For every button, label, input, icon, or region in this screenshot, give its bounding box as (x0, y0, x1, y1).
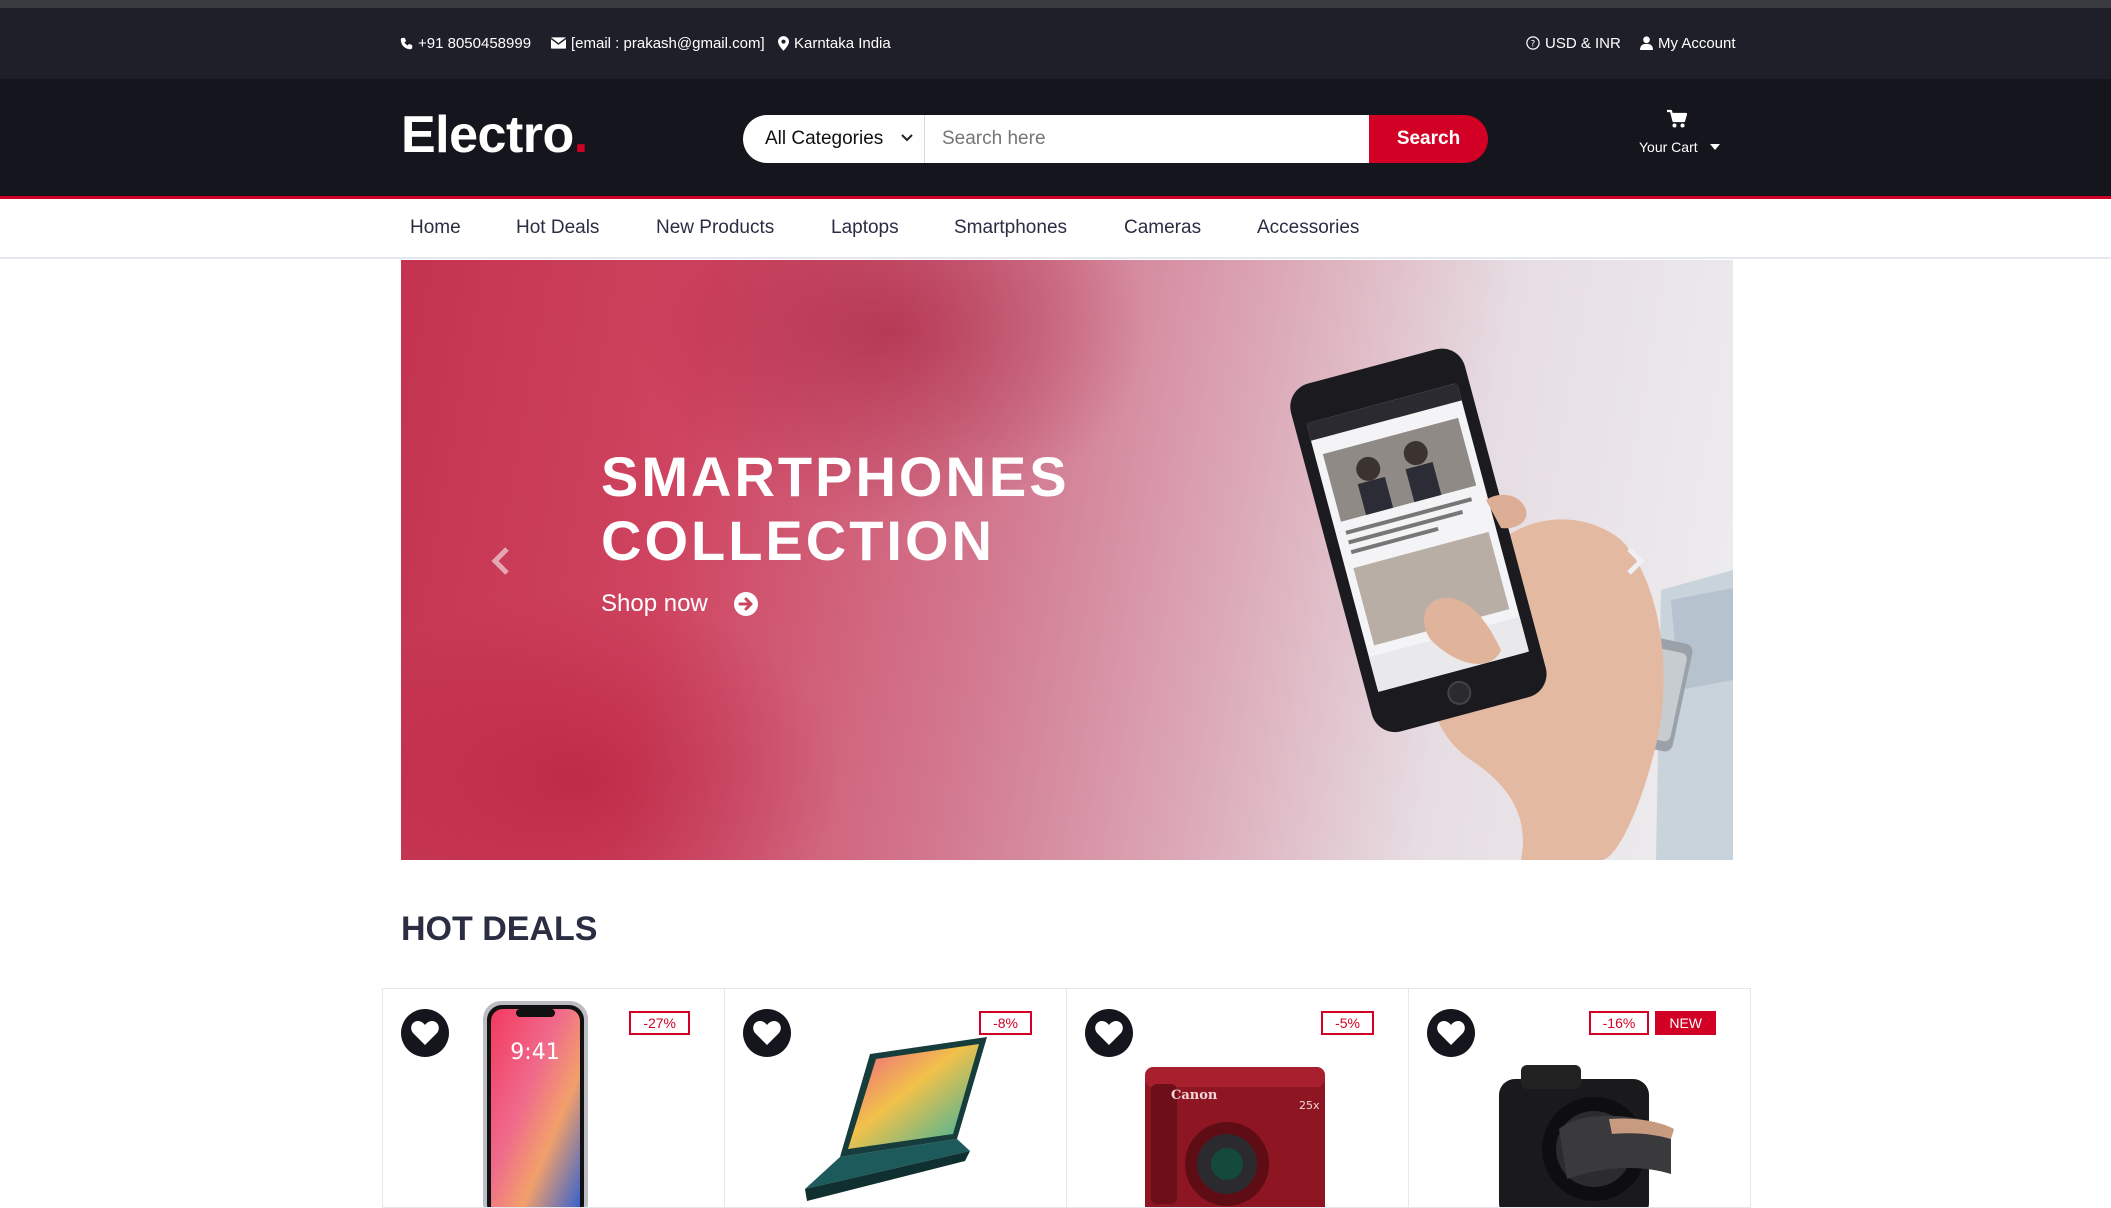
phone-icon (400, 37, 413, 49)
hot-deals-title: HOT DEALS (401, 910, 598, 948)
main-navigation: Home Hot Deals New Products Laptops Smar… (0, 202, 2111, 259)
nav-hot-deals[interactable]: Hot Deals (516, 217, 599, 239)
account-text: My Account (1658, 34, 1736, 52)
wishlist-button[interactable] (1427, 1009, 1475, 1057)
discount-badge: -16% (1588, 1011, 1650, 1035)
main-header: Electro. All Categories Search Your Cart (0, 79, 2111, 199)
product-card[interactable]: Canon 25x -5% (1066, 988, 1409, 1208)
window-top-edge (0, 0, 2111, 8)
arrow-circle-right-icon (733, 592, 758, 616)
search-form: All Categories Search (743, 115, 1488, 163)
category-selected-value: All Categories (765, 128, 884, 149)
svg-text:25x: 25x (1299, 1099, 1320, 1112)
map-marker-icon (778, 35, 789, 51)
product-card[interactable]: -8% (724, 988, 1067, 1208)
search-button[interactable]: Search (1369, 115, 1488, 163)
svg-text:Canon: Canon (1171, 1088, 1218, 1103)
heart-icon (411, 1021, 439, 1045)
banner-title-line1: SMARTPHONES (601, 445, 1070, 508)
banner-title-line2: COLLECTION (601, 509, 995, 572)
nav-accessories[interactable]: Accessories (1257, 217, 1359, 239)
contact-email[interactable]: [email : prakash@gmail.com] (551, 25, 765, 61)
cart-dropdown[interactable]: Your Cart (1630, 109, 1720, 159)
product-badges: -16% NEW (1588, 1011, 1716, 1035)
hot-deals-grid: 9:41 -27% -8% Canon 25x -5% -16% NEW (382, 988, 1752, 1208)
shopping-cart-icon (1667, 109, 1687, 128)
svg-text:?: ? (1531, 40, 1536, 50)
user-icon (1640, 36, 1653, 50)
product-badges: -27% (629, 1011, 690, 1035)
phone-text: +91 8050458999 (418, 34, 532, 52)
logo-dot: . (573, 106, 588, 164)
location-text: Karntaka India (794, 34, 891, 52)
carousel-prev-arrow-icon[interactable] (489, 546, 513, 576)
wishlist-button[interactable] (401, 1009, 449, 1057)
site-logo[interactable]: Electro. (401, 109, 588, 161)
cart-label: Your Cart (1639, 139, 1698, 155)
nav-new-products[interactable]: New Products (656, 217, 774, 239)
banner-bg-shade (401, 590, 841, 860)
heart-icon (1437, 1021, 1465, 1045)
heart-icon (753, 1021, 781, 1045)
shop-now-label: Shop now (601, 590, 708, 617)
shop-now-link[interactable]: Shop now (601, 590, 758, 618)
chevron-down-icon (901, 134, 913, 142)
carousel-next-arrow-icon[interactable] (1623, 546, 1647, 576)
heart-icon (1095, 1021, 1123, 1045)
wishlist-button[interactable] (1085, 1009, 1133, 1057)
nav-smartphones[interactable]: Smartphones (954, 217, 1067, 239)
nav-cameras[interactable]: Cameras (1124, 217, 1201, 239)
discount-badge: -27% (629, 1011, 690, 1035)
product-badges: -5% (1321, 1011, 1374, 1035)
logo-text: Electro (401, 106, 574, 164)
hand-holding-phone-image (1290, 348, 1733, 860)
top-bar: +91 8050458999 [email : prakash@gmail.co… (0, 8, 2111, 79)
new-badge: NEW (1655, 1011, 1716, 1035)
hero-carousel: SMARTPHONES COLLECTION Shop now (401, 260, 1733, 860)
nav-laptops[interactable]: Laptops (831, 217, 899, 239)
currency-selector[interactable]: ? USD & INR (1526, 25, 1621, 61)
svg-text:9:41: 9:41 (510, 1040, 559, 1065)
email-text: [email : prakash@gmail.com] (571, 34, 765, 52)
currency-text: USD & INR (1545, 34, 1621, 52)
category-select[interactable]: All Categories (743, 115, 925, 163)
discount-badge: -5% (1321, 1011, 1374, 1035)
product-badges: -8% (979, 1011, 1032, 1035)
question-circle-icon: ? (1526, 36, 1540, 50)
envelope-icon (551, 37, 566, 49)
discount-badge: -8% (979, 1011, 1032, 1035)
my-account-link[interactable]: My Account (1640, 25, 1736, 61)
contact-location[interactable]: Karntaka India (778, 25, 891, 61)
search-input[interactable] (942, 115, 1367, 163)
product-card[interactable]: 9:41 -27% (382, 988, 725, 1208)
caret-down-icon (1710, 144, 1720, 150)
banner-title: SMARTPHONES COLLECTION (601, 445, 1201, 573)
contact-phone[interactable]: +91 8050458999 (400, 25, 531, 61)
wishlist-button[interactable] (743, 1009, 791, 1057)
product-card[interactable]: -16% NEW (1408, 988, 1751, 1208)
nav-home[interactable]: Home (410, 217, 461, 239)
